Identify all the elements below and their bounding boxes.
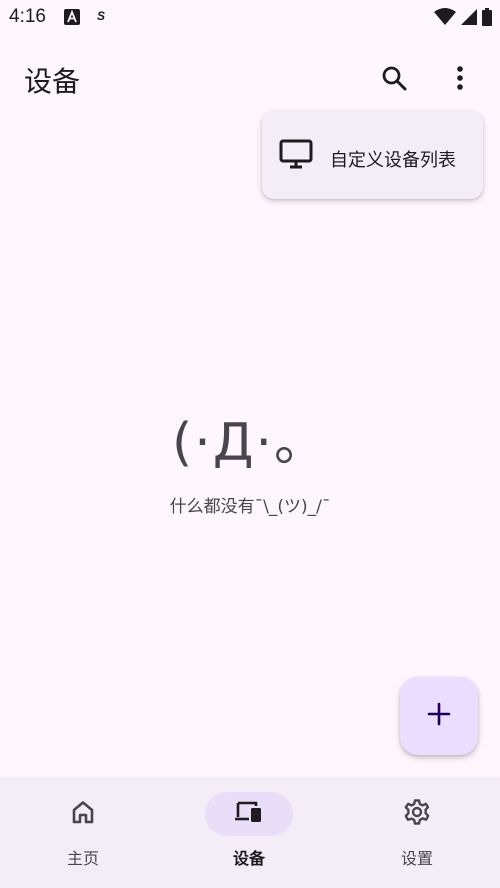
battery-icon xyxy=(482,8,492,30)
search-button[interactable] xyxy=(376,62,412,98)
s-icon: S xyxy=(97,9,106,23)
devices-icon xyxy=(234,800,264,828)
empty-state-text: 什么都没有¯\_(ツ)_/¯ xyxy=(169,497,331,517)
more-options-button[interactable] xyxy=(442,62,478,98)
search-icon xyxy=(381,65,407,95)
overflow-menu: 自定义设备列表 xyxy=(262,111,483,199)
home-icon xyxy=(70,799,96,829)
nav-item-devices[interactable]: 设备 xyxy=(166,777,332,888)
status-indicators xyxy=(434,8,492,30)
bottom-navigation: 主页 设备 设置 xyxy=(0,777,500,888)
nav-item-settings[interactable]: 设置 xyxy=(334,777,500,888)
plus-icon xyxy=(427,702,451,730)
add-device-fab[interactable] xyxy=(400,677,478,755)
nav-indicator xyxy=(39,792,127,836)
status-time: 4:16 xyxy=(9,6,46,27)
monitor-icon xyxy=(279,139,313,173)
a-badge-icon xyxy=(64,9,80,25)
nav-label: 设备 xyxy=(232,849,265,868)
more-vert-icon xyxy=(456,65,464,95)
signal-icon xyxy=(460,8,478,30)
page-title: 设备 xyxy=(24,65,81,98)
nav-label: 主页 xyxy=(66,849,99,868)
nav-item-home[interactable]: 主页 xyxy=(0,777,166,888)
settings-gear-icon xyxy=(403,798,431,830)
status-bar: 4:16 S xyxy=(0,0,500,34)
menu-item-label: 自定义设备列表 xyxy=(330,150,456,171)
empty-state-face: (·Д·。 xyxy=(172,413,328,473)
nav-indicator-active xyxy=(205,792,293,836)
top-app-bar: 设备 xyxy=(0,50,500,110)
nav-label: 设置 xyxy=(400,849,433,868)
menu-item-custom-device-list[interactable]: 自定义设备列表 xyxy=(262,111,483,199)
wifi-icon xyxy=(434,8,456,30)
nav-indicator xyxy=(373,792,461,836)
